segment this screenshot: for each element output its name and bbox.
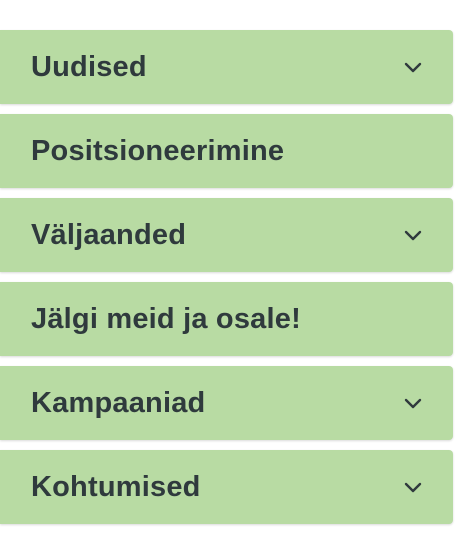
menu-item-valjaanded[interactable]: Väljaanded bbox=[0, 198, 453, 272]
chevron-down-icon[interactable] bbox=[403, 477, 423, 497]
menu-item-label: Väljaanded bbox=[31, 218, 187, 251]
menu-item-kohtumised[interactable]: Kohtumised bbox=[0, 450, 453, 524]
menu-item-label: Jälgi meid ja osale! bbox=[31, 302, 301, 335]
chevron-down-icon[interactable] bbox=[403, 57, 423, 77]
accordion-menu: Uudised Positsioneerimine Väljaanded Jäl… bbox=[0, 30, 453, 534]
menu-item-jalgi-meid[interactable]: Jälgi meid ja osale! bbox=[0, 282, 453, 356]
menu-item-label: Kampaaniad bbox=[31, 386, 206, 419]
menu-item-label: Uudised bbox=[31, 50, 147, 83]
chevron-down-icon[interactable] bbox=[403, 225, 423, 245]
menu-item-uudised[interactable]: Uudised bbox=[0, 30, 453, 104]
menu-item-positsioneerimine[interactable]: Positsioneerimine bbox=[0, 114, 453, 188]
chevron-down-icon[interactable] bbox=[403, 393, 423, 413]
menu-item-kampaaniad[interactable]: Kampaaniad bbox=[0, 366, 453, 440]
menu-item-label: Positsioneerimine bbox=[31, 134, 285, 167]
menu-item-label: Kohtumised bbox=[31, 470, 201, 503]
